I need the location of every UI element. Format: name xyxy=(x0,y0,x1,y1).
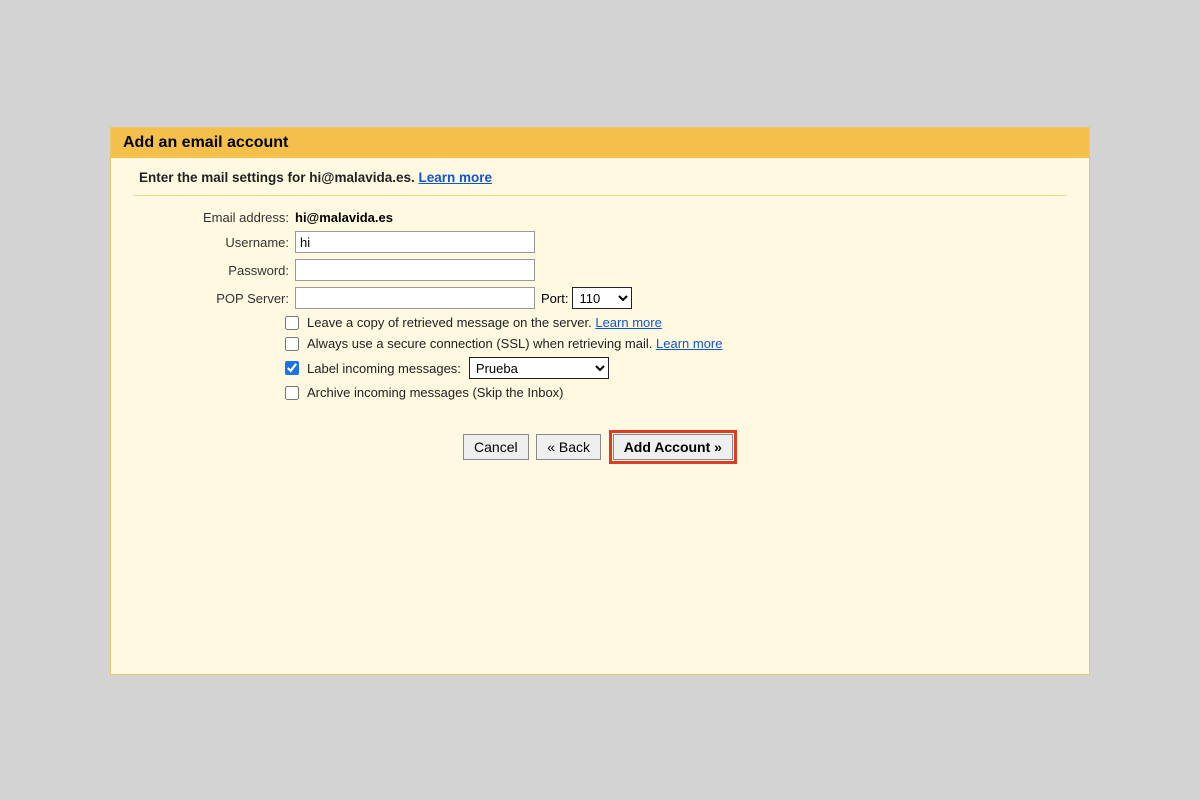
add-account-button[interactable]: Add Account » xyxy=(613,434,733,460)
username-row: Username: xyxy=(133,231,1067,253)
label-incoming-checkbox[interactable] xyxy=(285,361,299,375)
divider xyxy=(133,195,1067,196)
option-archive: Archive incoming messages (Skip the Inbo… xyxy=(285,385,1067,400)
archive-label: Archive incoming messages (Skip the Inbo… xyxy=(307,385,564,400)
password-input[interactable] xyxy=(295,259,535,281)
prompt-prefix: Enter the mail settings for xyxy=(139,170,309,185)
password-label: Password: xyxy=(133,263,295,278)
option-leave-copy: Leave a copy of retrieved message on the… xyxy=(285,315,1067,330)
username-label: Username: xyxy=(133,235,295,250)
username-input[interactable] xyxy=(295,231,535,253)
leave-copy-learn-more-link[interactable]: Learn more xyxy=(595,315,661,330)
options-group: Leave a copy of retrieved message on the… xyxy=(285,315,1067,400)
pop-server-label: POP Server: xyxy=(133,291,295,306)
option-label-incoming: Label incoming messages: Prueba xyxy=(285,357,1067,379)
email-row: Email address: hi@malavida.es xyxy=(133,210,1067,225)
back-button[interactable]: « Back xyxy=(536,434,601,460)
button-row: Cancel « Back Add Account » xyxy=(133,430,1067,464)
cancel-button[interactable]: Cancel xyxy=(463,434,529,460)
ssl-label: Always use a secure connection (SSL) whe… xyxy=(307,336,722,351)
settings-prompt: Enter the mail settings for hi@malavida.… xyxy=(139,170,1067,185)
port-label: Port: xyxy=(541,291,568,306)
add-email-account-dialog: Add an email account Enter the mail sett… xyxy=(110,127,1090,675)
password-row: Password: xyxy=(133,259,1067,281)
archive-checkbox[interactable] xyxy=(285,386,299,400)
dialog-title: Add an email account xyxy=(111,128,1089,158)
port-select[interactable]: 110 xyxy=(572,287,632,309)
pop-server-input[interactable] xyxy=(295,287,535,309)
dialog-content: Enter the mail settings for hi@malavida.… xyxy=(111,158,1089,476)
pop-server-row: POP Server: Port: 110 xyxy=(133,287,1067,309)
ssl-checkbox[interactable] xyxy=(285,337,299,351)
label-incoming-select[interactable]: Prueba xyxy=(469,357,609,379)
email-label: Email address: xyxy=(133,210,295,225)
leave-copy-checkbox[interactable] xyxy=(285,316,299,330)
ssl-learn-more-link[interactable]: Learn more xyxy=(656,336,722,351)
label-incoming-text: Label incoming messages: xyxy=(307,361,461,376)
email-value: hi@malavida.es xyxy=(295,210,393,225)
leave-copy-label: Leave a copy of retrieved message on the… xyxy=(307,315,662,330)
prompt-email: hi@malavida.es xyxy=(309,170,411,185)
prompt-suffix: . xyxy=(411,170,419,185)
learn-more-link[interactable]: Learn more xyxy=(419,170,493,185)
add-account-highlight: Add Account » xyxy=(609,430,737,464)
option-ssl: Always use a secure connection (SSL) whe… xyxy=(285,336,1067,351)
